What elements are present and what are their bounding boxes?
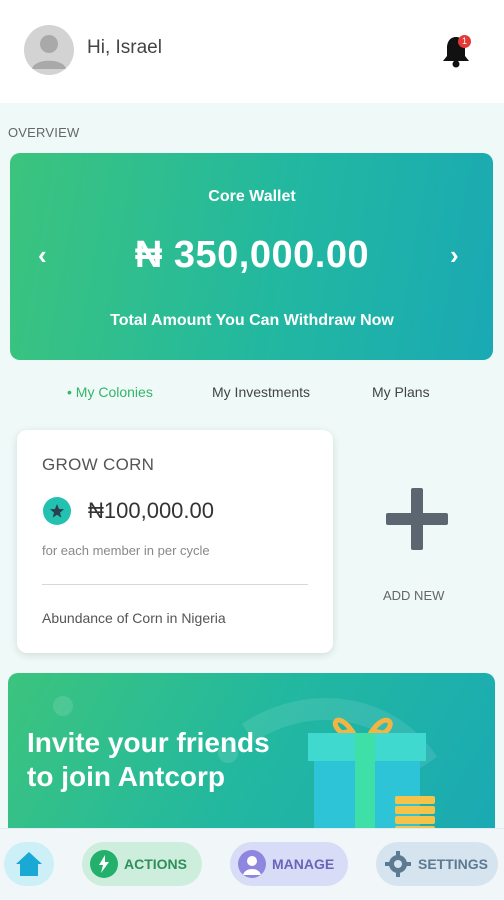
actions-label: ACTIONS xyxy=(124,856,187,872)
manage-button[interactable]: MANAGE xyxy=(230,842,348,886)
colony-description: Abundance of Corn in Nigeria xyxy=(42,610,226,626)
colony-title: GROW CORN xyxy=(42,455,155,474)
add-new-label[interactable]: ADD NEW xyxy=(383,588,444,603)
gift-icon xyxy=(308,717,435,841)
tab-my-colonies[interactable]: • My Colonies xyxy=(67,384,153,400)
notification-badge: 1 xyxy=(458,35,471,48)
plus-icon[interactable] xyxy=(386,488,448,550)
wallet-title: Core Wallet xyxy=(208,188,296,205)
actions-button[interactable]: ACTIONS xyxy=(82,842,202,886)
tab-my-plans[interactable]: My Plans xyxy=(372,384,430,400)
star-icon xyxy=(43,497,71,525)
overview-label: OVERVIEW xyxy=(8,125,80,140)
bolt-icon xyxy=(90,850,118,878)
wallet-amount: ₦ 350,000.00 xyxy=(134,234,370,276)
chevron-right-icon[interactable]: › xyxy=(450,240,459,271)
wallet-subtitle: Total Amount You Can Withdraw Now xyxy=(110,312,394,329)
tab-my-investments[interactable]: My Investments xyxy=(212,384,310,400)
top-bar xyxy=(0,0,504,103)
home-icon xyxy=(16,852,42,876)
invite-text: Invite your friends to join Antcorp xyxy=(27,727,270,792)
gear-icon xyxy=(384,850,412,878)
home-button[interactable] xyxy=(4,842,54,886)
greeting-text: Hi, Israel xyxy=(87,37,162,58)
divider xyxy=(42,584,308,585)
colony-amount: ₦100,000.00 xyxy=(88,498,214,523)
manage-label: MANAGE xyxy=(272,856,335,872)
colony-note: for each member in per cycle xyxy=(42,543,210,558)
user-icon xyxy=(238,850,266,878)
settings-button[interactable]: SETTINGS xyxy=(376,842,498,886)
avatar-icon[interactable] xyxy=(24,25,74,75)
settings-label: SETTINGS xyxy=(418,856,489,872)
